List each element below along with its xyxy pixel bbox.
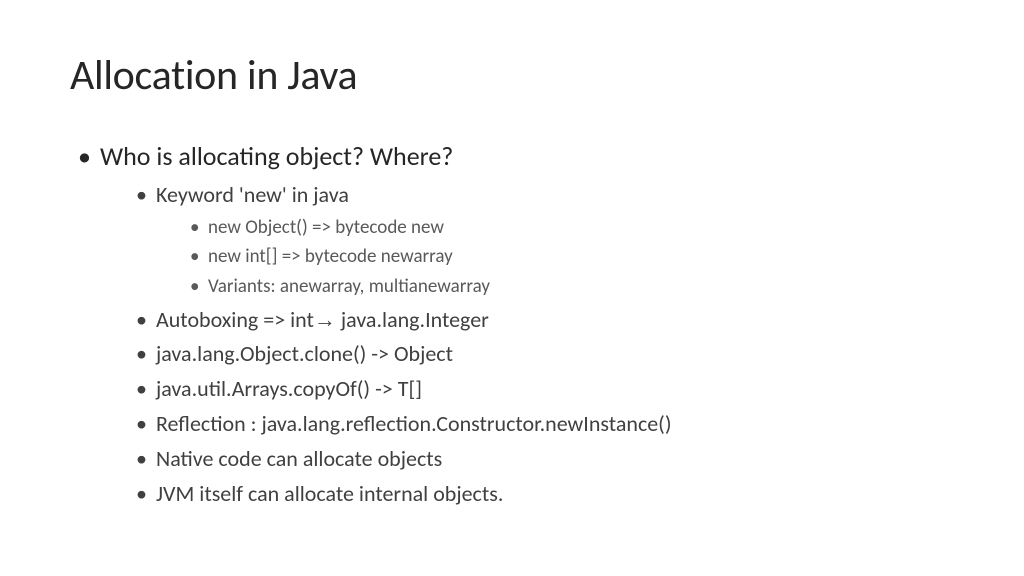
list-item-text-post: java.lang.Integer [336, 306, 489, 333]
bullet-list-level1: Who is allocating object? Where? Keyword… [70, 139, 954, 509]
arrow-icon: → [314, 305, 336, 336]
list-item-text: java.lang.Object.clone() -> Object [156, 340, 453, 367]
slide-title: Allocation in Java [70, 50, 954, 101]
list-item: java.lang.Object.clone() -> Object [136, 339, 954, 370]
list-item-text: new int[] => bytecode newarray [208, 245, 453, 268]
list-item: Keyword 'new' in java new Object() => by… [136, 180, 954, 301]
list-item: Autoboxing => int→ java.lang.Integer [136, 305, 954, 336]
slide-container: Allocation in Java Who is allocating obj… [0, 0, 1024, 576]
list-item-text: Variants: anewarray, multianewarray [208, 275, 490, 298]
bullet-list-level3: new Object() => bytecode new new int[] =… [156, 215, 954, 301]
list-item-text: java.util.Arrays.copyOf() -> T[] [156, 375, 422, 402]
list-item-text: Keyword 'new' in java [156, 181, 349, 208]
list-item: JVM itself can allocate internal objects… [136, 479, 954, 510]
list-item-text: JVM itself can allocate internal objects… [156, 480, 503, 507]
bullet-list-level2: Keyword 'new' in java new Object() => by… [100, 180, 954, 509]
list-item: java.util.Arrays.copyOf() -> T[] [136, 374, 954, 405]
list-item-text: Native code can allocate objects [156, 445, 442, 472]
list-item: Variants: anewarray, multianewarray [190, 274, 954, 301]
list-item: Who is allocating object? Where? Keyword… [78, 139, 954, 509]
list-item: new int[] => bytecode newarray [190, 244, 954, 271]
list-item: new Object() => bytecode new [190, 215, 954, 242]
list-item-text: new Object() => bytecode new [208, 216, 444, 239]
list-item: Native code can allocate objects [136, 444, 954, 475]
list-item: Reflection : java.lang.reflection.Constr… [136, 409, 954, 440]
list-item-text-pre: Autoboxing => int [156, 306, 314, 333]
list-item-text: Reflection : java.lang.reflection.Constr… [156, 410, 672, 437]
list-item-text: Who is allocating object? Where? [100, 140, 453, 172]
